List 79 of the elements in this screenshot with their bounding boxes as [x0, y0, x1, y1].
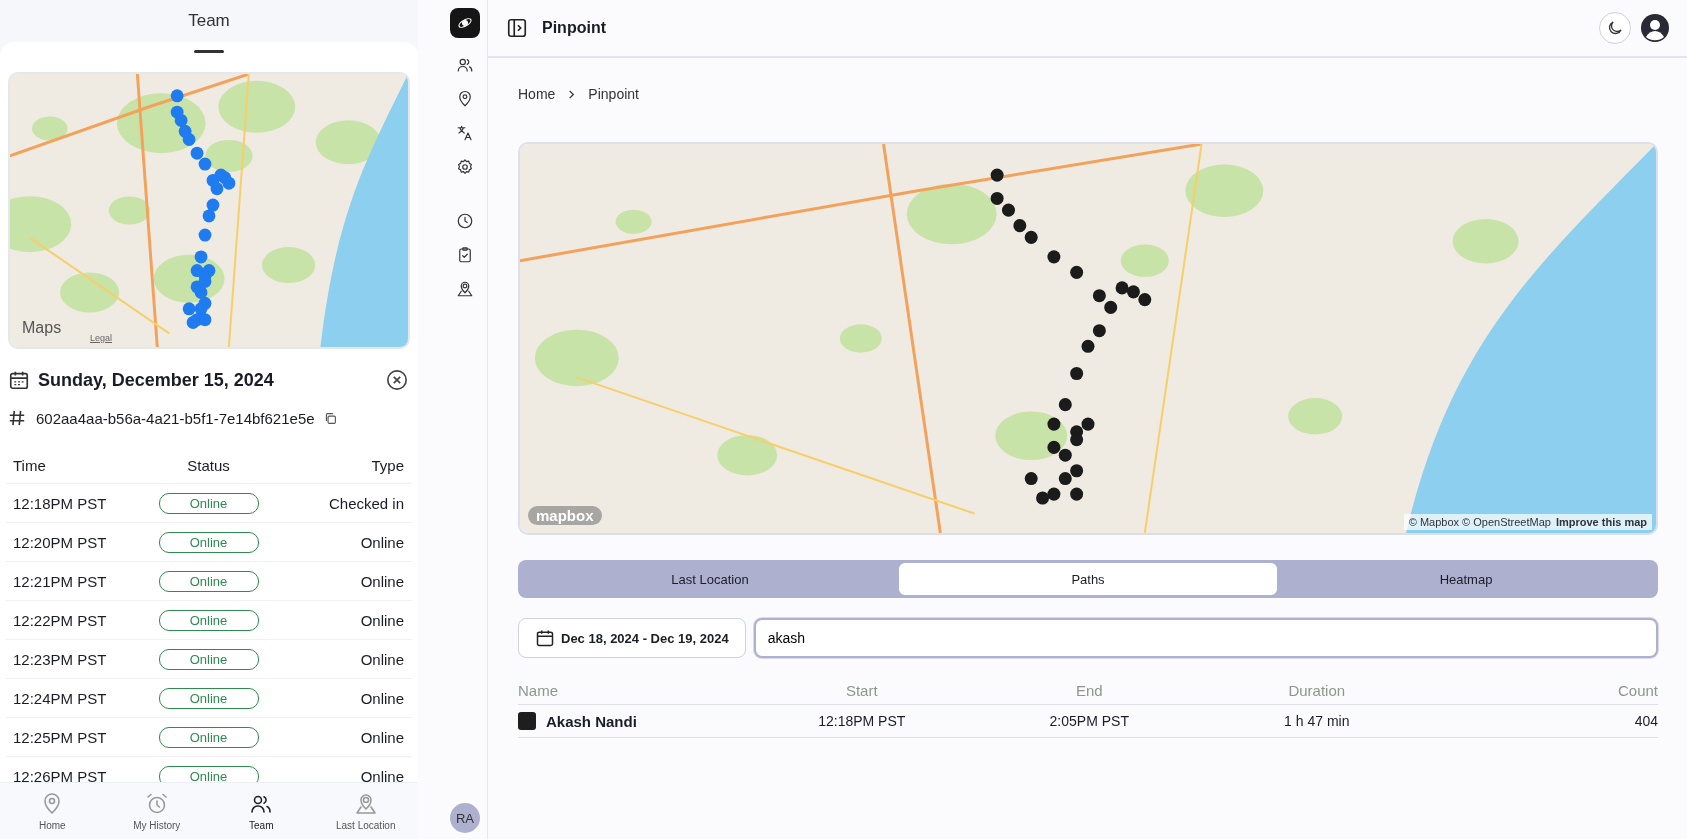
table-cell-text: 12:22PM PST: [13, 611, 108, 629]
nav-tab[interactable]: Last Location: [313, 783, 418, 839]
status-badge: Online: [158, 726, 259, 748]
breadcrumb-link[interactable]: Home: [518, 86, 556, 102]
table-cell: Online: [360, 650, 404, 668]
moon-icon: [1606, 19, 1624, 37]
column-header: Name: [518, 681, 559, 699]
table-cell-text: 12:20PM PST: [13, 533, 108, 551]
column-header: Start: [845, 681, 878, 699]
calendar-icon: [8, 369, 30, 391]
table-cell-text: 12:21PM PST: [13, 572, 108, 590]
date-heading: Sunday, December 15, 2024: [38, 369, 275, 391]
column-header: End: [1075, 681, 1103, 699]
user-avatar[interactable]: RA: [450, 803, 480, 833]
mapbox-logo: mapbox: [528, 506, 602, 525]
status-badge: Online: [158, 570, 259, 592]
table-cell: Online: [360, 572, 404, 590]
search-field[interactable]: akash: [753, 618, 1658, 658]
status-badge: Online: [158, 648, 259, 670]
table-cell: Akash Nandi: [546, 712, 637, 730]
table-cell-text: 12:18PM PST: [13, 494, 108, 512]
improve-map-link[interactable]: Improve this map: [1555, 516, 1647, 528]
column-header: Time: [13, 456, 47, 474]
translate-icon: [456, 124, 474, 142]
location-person-icon: [353, 791, 378, 816]
status-badge: Online: [158, 687, 259, 709]
settings-icon: [456, 158, 474, 176]
people-icon: [456, 56, 474, 74]
breadcrumb-link[interactable]: Pinpoint: [588, 86, 639, 102]
table-cell: Online: [360, 689, 404, 707]
sidebar-toggle-icon[interactable]: [506, 17, 528, 39]
table-cell: Checked in: [328, 494, 404, 512]
table-cell-text: 12:25PM PST: [13, 728, 108, 746]
maps-logo: Maps: [22, 319, 62, 337]
column-header: Status: [187, 456, 230, 474]
drag-handle[interactable]: [194, 50, 224, 53]
table-cell-text: 12:24PM PST: [13, 689, 108, 707]
table-cell: 1 h 47 min: [1284, 713, 1350, 729]
table-cell-text: 12:26PM PST: [13, 767, 108, 782]
app-logo[interactable]: [450, 8, 480, 38]
alarm-clock-icon: [144, 791, 169, 816]
nav-tab[interactable]: Team: [209, 783, 314, 839]
close-button[interactable]: [384, 367, 410, 393]
view-tab[interactable]: Heatmap: [1277, 563, 1655, 595]
page-title: Pinpoint: [542, 19, 607, 37]
view-tab[interactable]: Last Location: [521, 563, 899, 595]
nav-tab[interactable]: Home: [0, 783, 105, 839]
user-avatar-icon[interactable]: [1641, 14, 1669, 42]
date-range-button[interactable]: Dec 18, 2024 - Dec 19, 2024: [518, 618, 746, 658]
copy-icon: [324, 411, 338, 425]
table-cell: Online: [360, 728, 404, 746]
table-cell: 12:18PM PST: [818, 713, 906, 729]
table-cell: Online: [360, 533, 404, 551]
status-badge: Online: [158, 609, 259, 631]
hash-icon: [8, 409, 26, 427]
calendar-icon: [535, 628, 555, 648]
nav-tab[interactable]: My History: [104, 783, 209, 839]
theme-toggle-button[interactable]: [1599, 12, 1631, 44]
session-id: 602aa4aa-b56a-4a21-b5f1-7e14bf621e5e: [36, 409, 315, 427]
view-tab[interactable]: Paths: [899, 563, 1277, 595]
column-header: Duration: [1288, 681, 1346, 699]
table-cell: Online: [360, 611, 404, 629]
chevron-icon: [567, 89, 577, 99]
legal-link[interactable]: Legal: [90, 333, 113, 343]
clock-icon: [456, 212, 474, 230]
column-header: Count: [1617, 681, 1658, 699]
table-cell: 404: [1634, 713, 1658, 729]
map-pin-icon: [456, 90, 474, 108]
panel-title: Team: [187, 10, 231, 32]
attribution-text: © Mapbox © OpenStreetMap: [1408, 516, 1551, 528]
status-badge: Online: [158, 492, 259, 514]
status-badge: Online: [158, 531, 259, 553]
table-cell: 2:05PM PST: [1049, 713, 1129, 729]
close-icon: [386, 369, 408, 391]
location-person-icon: [456, 280, 474, 298]
clipboard-check-icon: [456, 246, 474, 264]
column-header: Type: [371, 456, 404, 474]
table-cell: Online: [360, 767, 404, 782]
table-cell-text: 12:23PM PST: [13, 650, 108, 668]
